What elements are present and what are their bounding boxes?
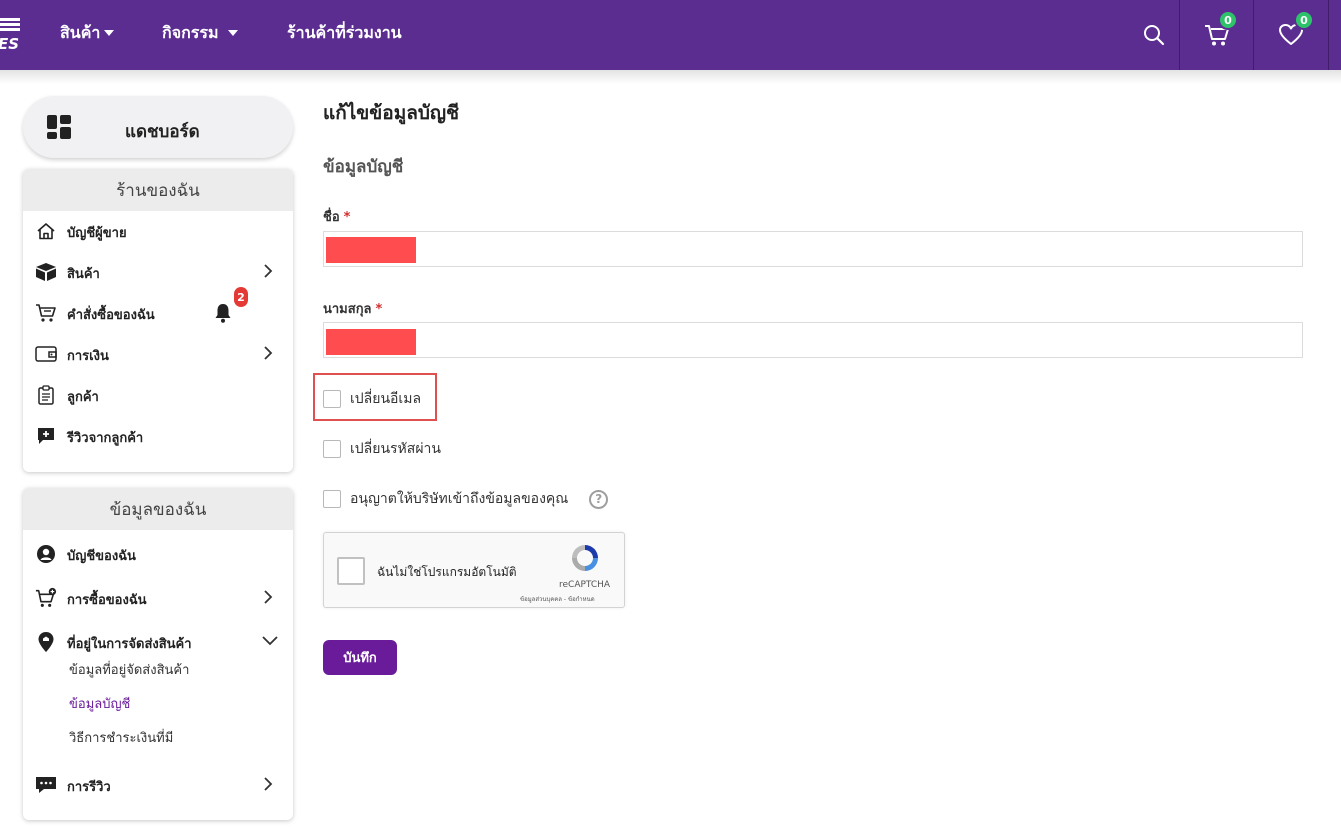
sidebar-item-seller-account[interactable]: บัญชีผู้ขาย — [23, 215, 293, 245]
search-icon — [1144, 25, 1165, 46]
sidebar-item-customers[interactable]: ลูกค้า — [23, 379, 293, 409]
sidebar-item-label: การซื้อของฉัน — [67, 593, 147, 608]
first-name-label: ชื่อ * — [323, 206, 350, 227]
caret-down-icon — [228, 30, 239, 36]
data-access-consent-label: อนุญาตให้บริษัทเข้าถึงข้อมูลของคุณ — [350, 491, 569, 507]
chevron-right-icon — [264, 264, 273, 278]
sidebar-item-my-account[interactable]: บัญชีของฉัน — [23, 538, 293, 568]
sidebar-item-customer-reviews[interactable]: รีวิวจากลูกค้า — [23, 420, 293, 450]
sidebar-item-label: บัญชีของฉัน — [67, 549, 136, 564]
cart-count-badge: 0 — [1218, 10, 1238, 30]
home-icon — [35, 220, 57, 242]
chevron-right-icon — [264, 777, 273, 791]
chevron-down-icon — [262, 636, 278, 646]
sidebar-item-label: สินค้า — [67, 267, 100, 282]
recaptcha-logo-icon — [572, 545, 598, 571]
change-email-label: เปลี่ยนอีเมล — [350, 391, 422, 407]
last-name-label-text: นามสกุล — [323, 302, 372, 317]
chevron-right-icon — [264, 590, 273, 604]
redaction-overlay — [326, 329, 416, 355]
help-icon[interactable]: ? — [589, 489, 609, 509]
dashboard-icon — [47, 115, 71, 139]
change-email-checkbox[interactable] — [323, 390, 341, 408]
redaction-overlay — [326, 237, 416, 263]
site-logo[interactable]: ES — [0, 18, 20, 52]
top-navbar: ES สินค้า กิจกรรม ร้านค้าที่ร่วมงาน 0 0 — [0, 0, 1341, 70]
caret-down-icon — [104, 30, 115, 36]
sidebar-item-reviews[interactable]: การรีวิว — [23, 769, 293, 799]
recaptcha-brand: reCAPTCHA — [559, 580, 611, 590]
change-password-option[interactable]: เปลี่ยนรหัสผ่าน — [323, 438, 441, 460]
my-shop-panel-title: ร้านของฉัน — [23, 169, 293, 211]
sidebar-item-label: การรีวิว — [67, 780, 111, 795]
search-button[interactable] — [1130, 0, 1178, 70]
nav-activities[interactable]: กิจกรรม — [162, 22, 239, 44]
wallet-icon — [35, 343, 57, 365]
cart-icon — [35, 302, 57, 324]
sidebar-item-label: บัญชีผู้ขาย — [67, 226, 127, 241]
nav-partner-stores-label: ร้านค้าที่ร่วมงาน — [287, 22, 402, 42]
sidebar-item-my-purchases[interactable]: การซื้อของฉัน — [23, 582, 293, 612]
recaptcha-widget: ฉันไม่ใช่โปรแกรมอัตโนมัติ reCAPTCHA ข้อม… — [323, 532, 625, 608]
header-shadow — [0, 70, 1341, 84]
header-divider — [1328, 0, 1329, 70]
wishlist-button[interactable]: 0 — [1254, 0, 1328, 70]
data-access-consent-checkbox[interactable] — [323, 490, 341, 508]
sidebar-item-label: รีวิวจากลูกค้า — [67, 431, 144, 446]
sidebar-item-finance[interactable]: การเงิน — [23, 338, 293, 368]
dashboard-label: แดชบอร์ด — [125, 122, 200, 142]
chat-icon — [35, 774, 57, 796]
nav-partner-stores[interactable]: ร้านค้าที่ร่วมงาน — [287, 22, 402, 44]
svg-text:ES: ES — [0, 35, 19, 52]
section-title: ข้อมูลบัญชี — [323, 157, 404, 177]
sidebar-subitem-payment-methods[interactable]: วิธีการชำระเงินที่มี — [69, 727, 173, 748]
review-icon — [35, 425, 57, 447]
nav-products-label: สินค้า — [60, 22, 101, 42]
required-mark: * — [375, 302, 383, 317]
clipboard-icon — [35, 384, 57, 406]
sidebar-item-shipping-address[interactable]: ที่อยู่ในการจัดส่งสินค้า — [23, 626, 293, 656]
change-email-option[interactable]: เปลี่ยนอีเมล — [323, 388, 421, 410]
save-button[interactable]: บันทึก — [323, 640, 397, 675]
sidebar-item-my-orders[interactable]: คำสั่งซื้อของฉัน — [23, 297, 293, 327]
sidebar-item-label: การเงิน — [67, 349, 109, 364]
recaptcha-checkbox[interactable] — [337, 557, 365, 585]
bell-icon[interactable] — [213, 302, 233, 324]
data-access-consent-option[interactable]: อนุญาตให้บริษัทเข้าถึงข้อมูลของคุณ ? — [323, 488, 609, 510]
change-password-label: เปลี่ยนรหัสผ่าน — [350, 441, 441, 457]
my-info-panel: ข้อมูลของฉัน บัญชีของฉัน การซื้อของฉัน ท… — [23, 488, 293, 820]
orders-notification-badge: 2 — [234, 287, 248, 307]
recaptcha-text: ฉันไม่ใช่โปรแกรมอัตโนมัติ — [377, 565, 517, 579]
chevron-right-icon — [264, 346, 273, 360]
cart-plus-icon — [35, 587, 57, 609]
cart-button[interactable]: 0 — [1180, 0, 1253, 70]
sidebar-subitem-shipping-address-info[interactable]: ข้อมูลที่อยู่จัดส่งสินค้า — [69, 659, 189, 680]
my-info-panel-title: ข้อมูลของฉัน — [23, 488, 293, 530]
sidebar-item-label: ลูกค้า — [67, 390, 99, 405]
location-icon — [35, 631, 57, 653]
last-name-input[interactable] — [323, 322, 1303, 358]
my-shop-panel: ร้านของฉัน บัญชีผู้ขาย สินค้า คำสั่งซื้อ… — [23, 169, 293, 472]
nav-activities-label: กิจกรรม — [162, 22, 219, 42]
recaptcha-terms-link[interactable]: ข้อมูลส่วนบุคคล - ข้อกำหนด — [520, 594, 595, 604]
user-icon — [35, 543, 57, 565]
wishlist-count-badge: 0 — [1294, 10, 1314, 30]
last-name-label: นามสกุล * — [323, 298, 382, 319]
sidebar-item-label: ที่อยู่ในการจัดส่งสินค้า — [67, 637, 192, 652]
change-password-checkbox[interactable] — [323, 440, 341, 458]
nav-products[interactable]: สินค้า — [60, 22, 115, 44]
box-icon — [35, 261, 57, 283]
dashboard-button[interactable]: แดชบอร์ด — [23, 96, 293, 158]
sidebar-subitem-account-info[interactable]: ข้อมูลบัญชี — [69, 693, 130, 714]
page-title: แก้ไขข้อมูลบัญชี — [323, 102, 460, 124]
sidebar-item-label: คำสั่งซื้อของฉัน — [67, 308, 155, 323]
first-name-input[interactable] — [323, 231, 1303, 267]
first-name-label-text: ชื่อ — [323, 210, 340, 225]
required-mark: * — [343, 210, 351, 225]
sidebar-item-products[interactable]: สินค้า — [23, 256, 293, 286]
